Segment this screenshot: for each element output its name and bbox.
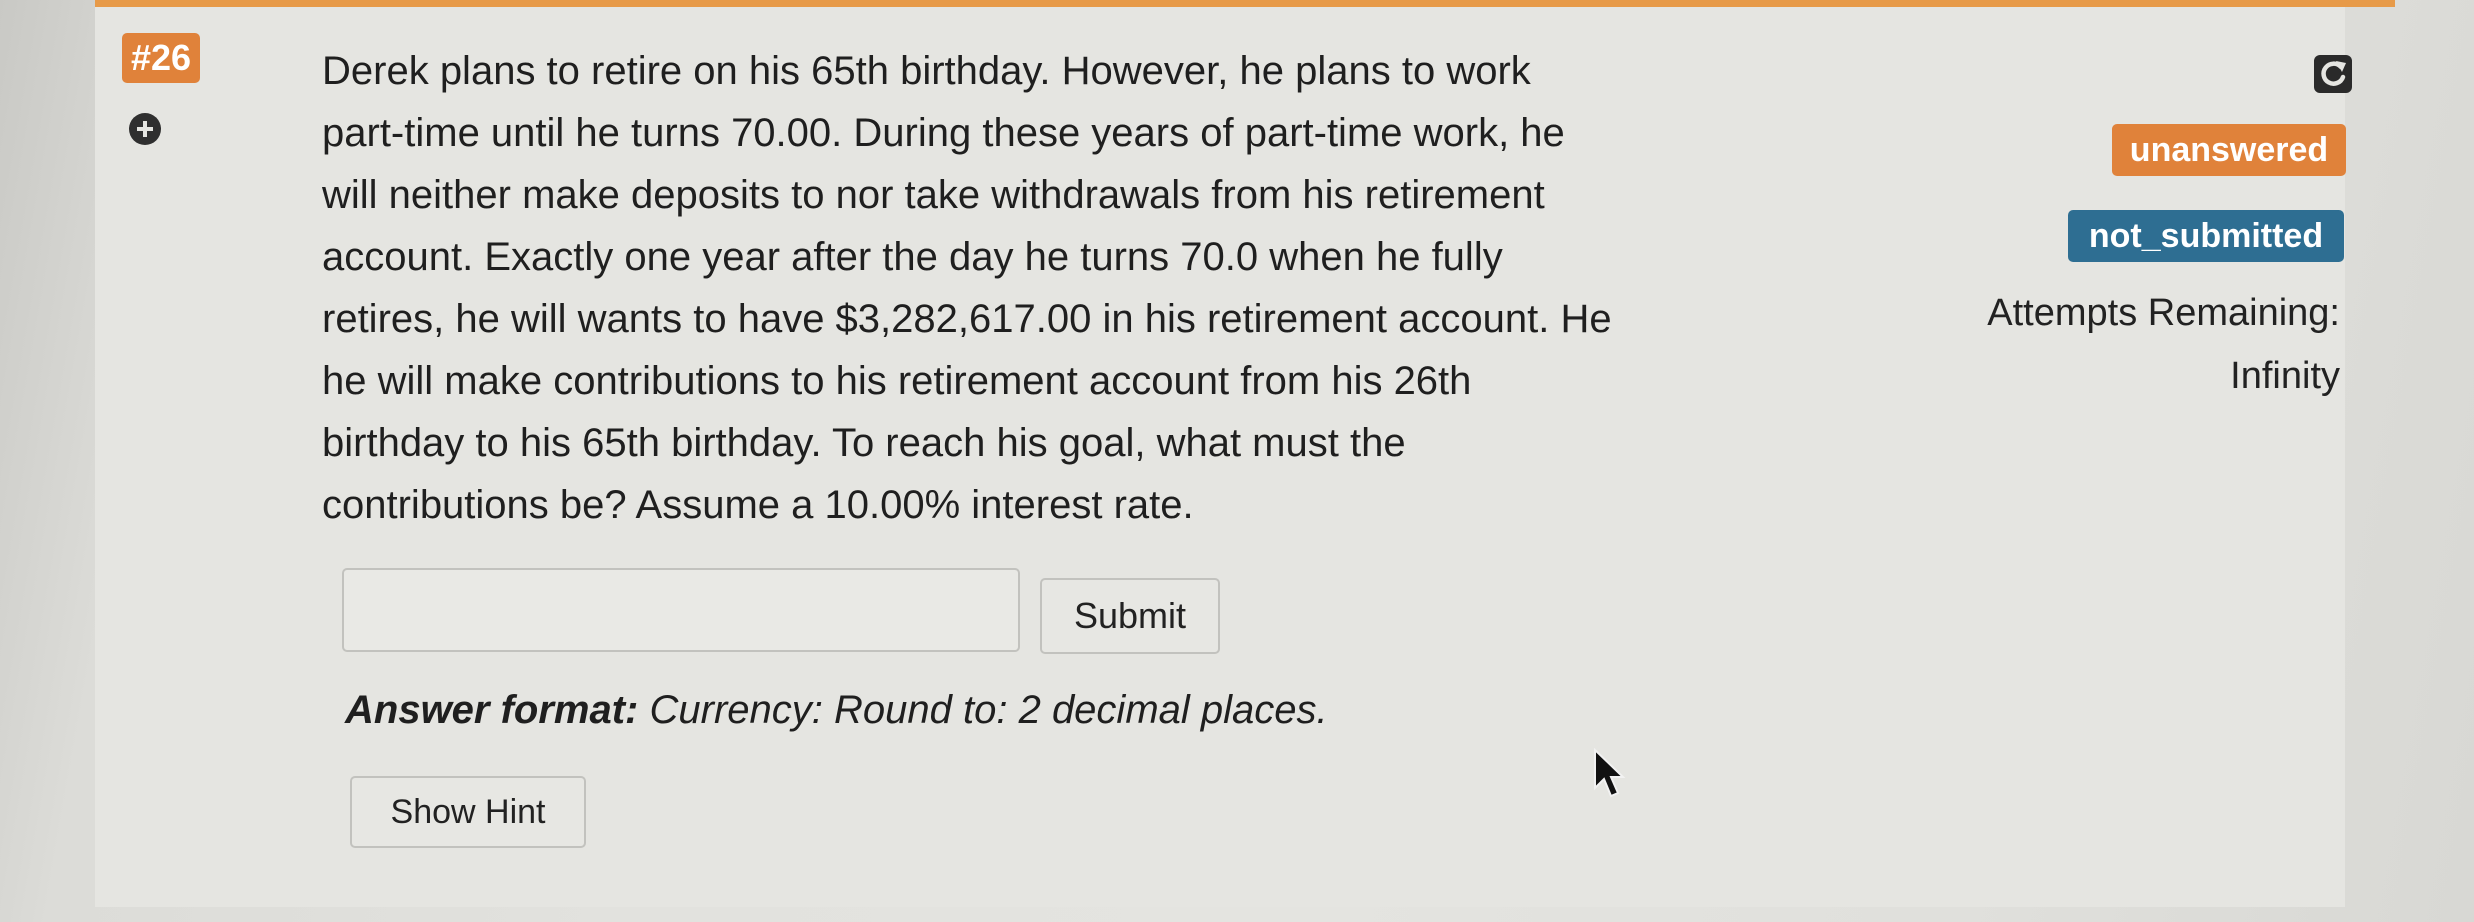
question-line: birthday to his 65th birthday. To reach …: [322, 421, 1406, 465]
question-line: part-time until he turns 70.00. During t…: [322, 111, 1565, 155]
question-line: contributions be? Assume a 10.00% intere…: [322, 483, 1194, 527]
question-number-badge: #26: [122, 33, 200, 83]
question-line: retires, he will wants to have $3,282,61…: [322, 297, 1612, 341]
question-line: Derek plans to retire on his 65th birthd…: [322, 49, 1531, 93]
plus-circle-icon[interactable]: [129, 113, 161, 145]
refresh-icon[interactable]: [2314, 55, 2352, 93]
submit-button[interactable]: Submit: [1040, 578, 1220, 654]
question-line: account. Exactly one year after the day …: [322, 235, 1503, 279]
show-hint-button[interactable]: Show Hint: [350, 776, 586, 848]
question-text: Derek plans to retire on his 65th birthd…: [322, 40, 1802, 536]
answer-format: Answer format: Currency: Round to: 2 dec…: [345, 688, 1328, 733]
status-badge-unanswered: unanswered: [2112, 124, 2346, 176]
answer-input[interactable]: [342, 568, 1020, 652]
status-badge-not-submitted: not_submitted: [2068, 210, 2344, 262]
mouse-pointer-icon: [1594, 748, 1626, 798]
answer-format-text: Currency: Round to: 2 decimal places.: [649, 688, 1328, 732]
attempts-remaining-value: Infinity: [2230, 355, 2340, 397]
attempts-remaining-label: Attempts Remaining:: [1987, 292, 2340, 334]
top-accent-bar: [95, 0, 2395, 7]
question-line: will neither make deposits to nor take w…: [322, 173, 1545, 217]
screen: #26 Derek plans to retire on his 65th bi…: [0, 0, 2474, 922]
answer-format-label: Answer format:: [345, 688, 639, 732]
question-line: he will make contributions to his retire…: [322, 359, 1472, 403]
